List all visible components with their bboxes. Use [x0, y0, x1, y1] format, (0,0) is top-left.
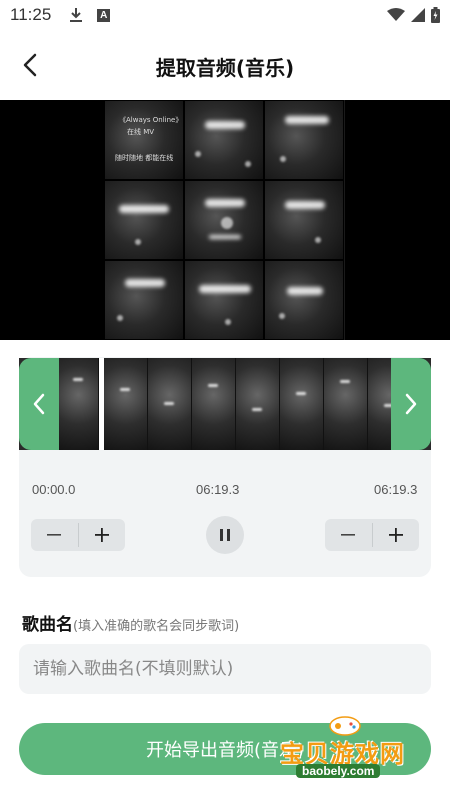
video-light: [245, 161, 251, 167]
timeline-thumbnail: [59, 358, 99, 450]
video-light: [208, 384, 218, 387]
song-name-label: 歌曲名: [22, 615, 73, 635]
video-cell: [264, 260, 344, 340]
video-cell: [184, 260, 264, 340]
video-light: [287, 287, 323, 295]
chevron-right-icon: [405, 393, 417, 415]
timeline-thumbnail: [280, 358, 324, 450]
video-light: [73, 378, 83, 381]
timeline-strip[interactable]: [19, 358, 431, 450]
start-increase-button[interactable]: [79, 519, 126, 551]
video-light: [125, 279, 165, 287]
video-light: [117, 315, 123, 321]
start-time-stepper: [31, 519, 125, 551]
chevron-left-icon: [33, 393, 45, 415]
video-light: [296, 392, 306, 395]
song-name-input[interactable]: [19, 644, 431, 694]
start-decrease-button[interactable]: [31, 519, 78, 551]
start-time-label: 00:00.0: [32, 482, 76, 497]
video-light: [225, 319, 231, 325]
pause-button[interactable]: [206, 516, 244, 554]
video-light: [340, 380, 350, 383]
timeline-thumbnail: [148, 358, 192, 450]
end-time-label: 06:19.3: [374, 482, 418, 497]
video-light: [120, 388, 130, 391]
end-increase-button[interactable]: [373, 519, 420, 551]
video-light: [315, 237, 321, 243]
song-name-hint: (填入准确的歌名会同步歌词): [73, 619, 240, 634]
video-cell: [104, 260, 184, 340]
song-name-label-row: 歌曲名 (填入准确的歌名会同步歌词): [22, 610, 239, 635]
pause-icon: [220, 529, 230, 541]
timeline-thumbnail: [324, 358, 368, 450]
status-system-icons: [387, 7, 440, 23]
timeline-thumbnail: [104, 358, 148, 450]
video-light: [199, 285, 251, 293]
gamepad-icon: [329, 716, 361, 736]
video-light: [205, 199, 245, 207]
video-light: [280, 156, 286, 162]
app-header: 提取音频(音乐): [0, 30, 450, 100]
video-light: [209, 235, 241, 239]
video-subtitle-text: 在线 MV: [127, 128, 155, 136]
video-cell: 《Always Online》 在线 MV 随时随地 都能在线: [104, 100, 184, 180]
signal-icon: [411, 8, 425, 22]
video-light: [135, 239, 141, 245]
video-preview[interactable]: 《Always Online》 在线 MV 随时随地 都能在线: [0, 100, 450, 340]
timeline-thumbnail: [236, 358, 280, 450]
page-title: 提取音频(音乐): [155, 56, 295, 80]
video-light: [279, 313, 285, 319]
status-bar: 11:25 A: [0, 0, 450, 30]
video-light: [285, 201, 325, 209]
video-frame: 《Always Online》 在线 MV 随时随地 都能在线: [104, 100, 345, 340]
current-time-label: 06:19.3: [196, 482, 240, 497]
video-cell: [104, 180, 184, 260]
app-notification-icon: A: [97, 8, 111, 22]
plus-icon: [388, 528, 403, 542]
video-caption-text: 随时随地 都能在线: [115, 154, 174, 162]
minus-icon: [47, 534, 62, 536]
status-time: 11:25: [10, 5, 52, 24]
timeline-playhead[interactable]: [99, 358, 104, 450]
status-notification-icons: A: [69, 7, 111, 23]
video-cell: [184, 180, 264, 260]
battery-icon: [431, 7, 440, 23]
video-cell: [184, 100, 264, 180]
minus-icon: [341, 534, 356, 536]
watermark: 宝贝游戏网 baobely.com: [276, 712, 426, 782]
video-light: [195, 151, 201, 157]
video-light: [221, 217, 233, 229]
watermark-url: baobely.com: [296, 764, 381, 778]
trim-end-handle[interactable]: [391, 358, 431, 450]
download-icon: [70, 8, 83, 22]
trim-start-handle[interactable]: [19, 358, 59, 450]
video-light: [119, 205, 169, 213]
timeline-thumbnail: [192, 358, 236, 450]
video-light: [252, 408, 262, 411]
video-light: [285, 116, 329, 124]
end-time-stepper: [325, 519, 419, 551]
end-decrease-button[interactable]: [325, 519, 372, 551]
video-title-text: 《Always Online》: [119, 116, 183, 124]
video-cell: [264, 100, 344, 180]
video-light: [205, 121, 245, 129]
wifi-icon: [387, 8, 405, 21]
plus-icon: [94, 528, 109, 542]
video-cell: [264, 180, 344, 260]
video-light: [164, 402, 174, 405]
